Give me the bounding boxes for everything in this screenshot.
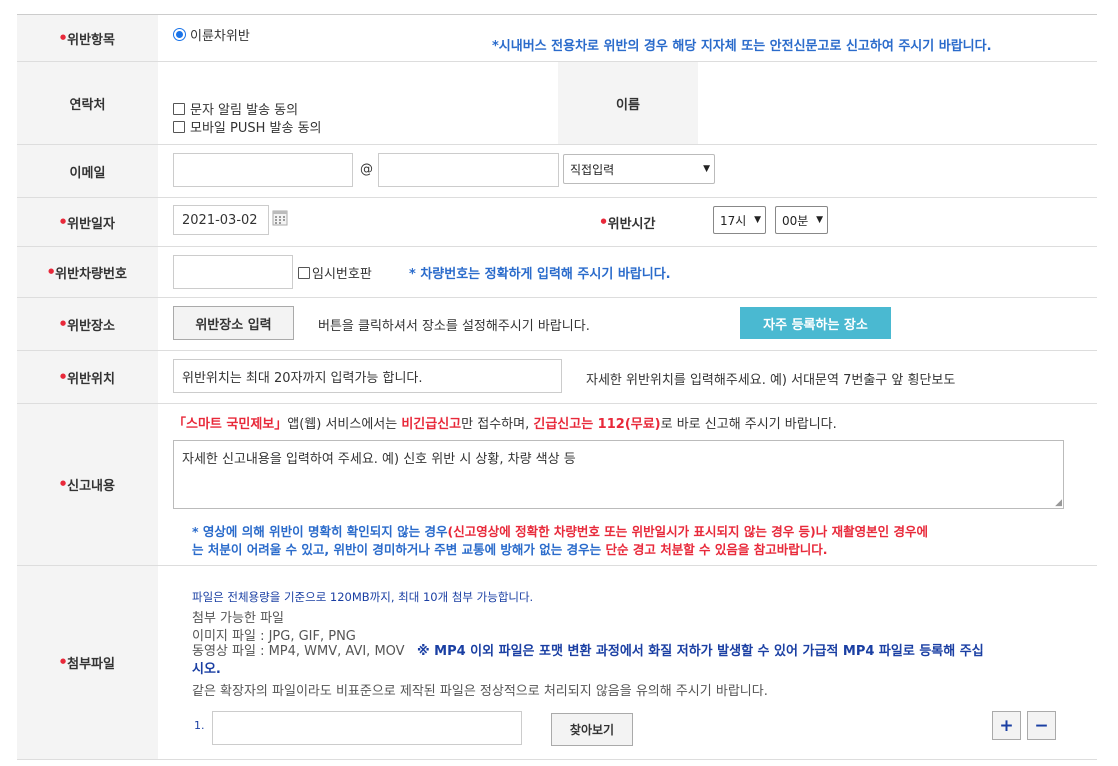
position-header: 위반위치 [17, 351, 158, 403]
report-header: 신고내용 [17, 404, 158, 565]
caution-line-1: * 영상에 의해 위반이 명확히 확인되지 않는 경우(신고영상에 정확한 차량… [192, 521, 928, 540]
email-domain-select-value: 직접입력 [570, 162, 615, 177]
violation-item-header: 위반항목 [17, 15, 158, 61]
caution-line-1-red: (신고영상에 정확한 차량번호 또는 위반일시가 표시되지 않는 경우 등)나 … [447, 524, 928, 539]
position-hint: 자세한 위반위치를 입력해주세요. 예) 서대문역 7번출구 앞 횡단보도 [586, 373, 956, 388]
report-textarea[interactable]: 자세한 신고내용을 입력하여 주세요. 예) 신호 위반 시 상황, 차량 색상… [173, 440, 1064, 509]
email-at-sign: @ [360, 162, 373, 177]
bus-lane-notice: *시내버스 전용차로 위반의 경우 해당 지자체 또는 안전신문고로 신고하여 … [492, 39, 992, 54]
row-report: 신고내용 「스마트 국민제보」앱(웹) 서비스에서는 비긴급신고만 접수하며, … [17, 404, 1097, 566]
position-input[interactable]: 위반위치는 최대 20자까지 입력가능 합니다. [173, 359, 562, 393]
minute-select-value: 00분 [782, 213, 809, 228]
name-label: 이름 [616, 97, 640, 113]
capacity-notice: 파일은 전체용량을 기준으로 120MB까지, 최대 10개 첨부 가능합니다. [192, 590, 534, 604]
video-types-block: 동영상 파일 : MP4, WMV, AVI, MOV ※ MP4 이외 파일은… [192, 643, 1087, 679]
email-local-input[interactable] [173, 153, 353, 187]
push-consent-label: 모바일 PUSH 발송 동의 [190, 121, 322, 136]
email-domain-input[interactable] [378, 153, 559, 187]
sms-checkbox-box[interactable] [173, 103, 185, 115]
location-hint: 버튼을 클릭하셔서 장소를 설정해주시기 바랍니다. [318, 319, 590, 334]
row-email: 이메일 @ 직접입력 ▼ [17, 145, 1097, 198]
chevron-down-icon: ▼ [754, 215, 761, 225]
sms-consent-label: 문자 알림 발송 동의 [190, 103, 299, 118]
app-name-text: 「스마트 국민제보」 [173, 417, 288, 432]
file-index: 1. [194, 719, 205, 732]
position-label: 위반위치 [60, 368, 115, 387]
remove-file-button[interactable]: − [1027, 711, 1056, 740]
time-label: 위반시간 [601, 213, 656, 232]
plate-notice: * 차량번호는 정확하게 입력해 주시기 바랍니다. [409, 267, 671, 282]
push-checkbox-box[interactable] [173, 121, 185, 133]
file-path-input[interactable] [212, 711, 522, 745]
emergency-notice: 「스마트 국민제보」앱(웹) 서비스에서는 비긴급신고만 접수하며, 긴급신고는… [173, 413, 837, 432]
nonstandard-notice: 같은 확장자의 파일이라도 비표준으로 제작된 파일은 정상적으로 처리되지 않… [192, 684, 768, 699]
row-position: 위반위치 위반위치는 최대 20자까지 입력가능 합니다. 자세한 위반위치를 … [17, 351, 1097, 404]
location-label: 위반장소 [60, 315, 115, 334]
allowed-files-title: 첨부 가능한 파일 [192, 611, 284, 626]
video-types-text: 동영상 파일 : MP4, WMV, AVI, MOV [192, 644, 405, 659]
report-textarea-text: 자세한 신고내용을 입력하여 주세요. 예) 신호 위반 시 상황, 차량 색상… [182, 452, 576, 467]
row-plate: 위반차량번호 임시번호판 * 차량번호는 정확하게 입력해 주시기 바랍니다. [17, 247, 1097, 298]
plate-header: 위반차량번호 [17, 247, 158, 297]
location-header: 위반장소 [17, 298, 158, 350]
mp4-notice-line-1: ※ MP4 이외 파일은 포맷 변환 과정에서 화질 저하가 발생할 수 있어 … [416, 644, 984, 659]
sms-consent-checkbox[interactable]: 문자 알림 발송 동의 [173, 99, 298, 118]
caution-line-2-blue: 는 처분이 어려울 수 있고, 위반이 경미하거나 주변 교통에 방해가 없는 … [192, 542, 606, 557]
calendar-icon[interactable] [272, 209, 288, 226]
add-file-button[interactable]: + [992, 711, 1021, 740]
hour-select[interactable]: 17시 ▼ [713, 206, 766, 234]
report-form-table: 위반항목 이륜차위반 *시내버스 전용차로 위반의 경우 해당 지자체 또는 안… [17, 14, 1097, 760]
row-violation-item: 위반항목 이륜차위반 *시내버스 전용차로 위반의 경우 해당 지자체 또는 안… [17, 15, 1097, 62]
chevron-down-icon: ▼ [816, 215, 823, 225]
name-header: 이름 [558, 62, 698, 144]
minute-select[interactable]: 00분 ▼ [775, 206, 828, 234]
radio-selected-icon [173, 28, 186, 41]
attachment-header: 첨부파일 [17, 566, 158, 759]
caution-line-1-blue: * 영상에 의해 위반이 명확히 확인되지 않는 경우 [192, 524, 448, 539]
contact-label: 연락처 [69, 97, 106, 113]
resize-handle-icon[interactable]: ◢ [1055, 498, 1062, 508]
date-header: 위반일자 [17, 198, 158, 246]
emergency-notice-text-3: 로 바로 신고해 주시기 바랍니다. [660, 417, 837, 432]
row-date: 위반일자 2021-03-02 위반시간 17시 ▼ 00분 ▼ [17, 198, 1097, 247]
location-input-button[interactable]: 위반장소 입력 [173, 306, 294, 340]
contact-header: 연락처 [17, 62, 158, 144]
violation-type-radio[interactable]: 이륜차위반 [173, 25, 250, 44]
email-domain-select[interactable]: 직접입력 ▼ [563, 154, 715, 184]
chevron-down-icon: ▼ [703, 164, 710, 174]
row-attachment: 첨부파일 파일은 전체용량을 기준으로 120MB까지, 최대 10개 첨부 가… [17, 566, 1097, 760]
time-header: 위반시간 [558, 198, 698, 246]
non-emergency-text: 비긴급신고 [401, 417, 462, 432]
plate-input[interactable] [173, 255, 293, 289]
image-types-text: 이미지 파일 : JPG, GIF, PNG [192, 629, 356, 644]
temp-plate-checkbox-box[interactable] [298, 267, 310, 279]
violation-type-radio-label: 이륜차위반 [190, 29, 250, 44]
browse-button[interactable]: 찾아보기 [551, 713, 633, 746]
mp4-notice-line-2: 시오. [192, 662, 221, 677]
push-consent-checkbox[interactable]: 모바일 PUSH 발송 동의 [173, 117, 322, 136]
temp-plate-checkbox[interactable]: 임시번호판 [298, 263, 372, 282]
attachment-label: 첨부파일 [60, 653, 115, 672]
row-location: 위반장소 위반장소 입력 버튼을 클릭하셔서 장소를 설정해주시기 바랍니다. … [17, 298, 1097, 351]
caution-line-2: 는 처분이 어려울 수 있고, 위반이 경미하거나 주변 교통에 방해가 없는 … [192, 539, 828, 558]
caution-line-2-red: 단순 경고 처분할 수 있음을 참고바랍니다. [605, 542, 828, 557]
emergency-notice-text-2: 만 접수하며, [461, 417, 534, 432]
report-label: 신고내용 [60, 475, 115, 494]
row-contact: 연락처 문자 알림 발송 동의 모바일 PUSH 발송 동의 이름 [17, 62, 1097, 145]
date-input[interactable]: 2021-03-02 [173, 205, 269, 235]
hour-select-value: 17시 [720, 213, 747, 228]
violation-item-label: 위반항목 [60, 29, 115, 48]
emergency-112-text: 긴급신고는 112(무료) [533, 417, 661, 432]
plate-label: 위반차량번호 [48, 263, 127, 282]
email-header: 이메일 [17, 145, 158, 197]
email-label: 이메일 [69, 165, 106, 181]
frequent-location-button[interactable]: 자주 등록하는 장소 [740, 307, 891, 339]
temp-plate-label: 임시번호판 [312, 267, 372, 282]
emergency-notice-text-1: 앱(웹) 서비스에서는 [287, 417, 402, 432]
date-label: 위반일자 [60, 213, 115, 232]
